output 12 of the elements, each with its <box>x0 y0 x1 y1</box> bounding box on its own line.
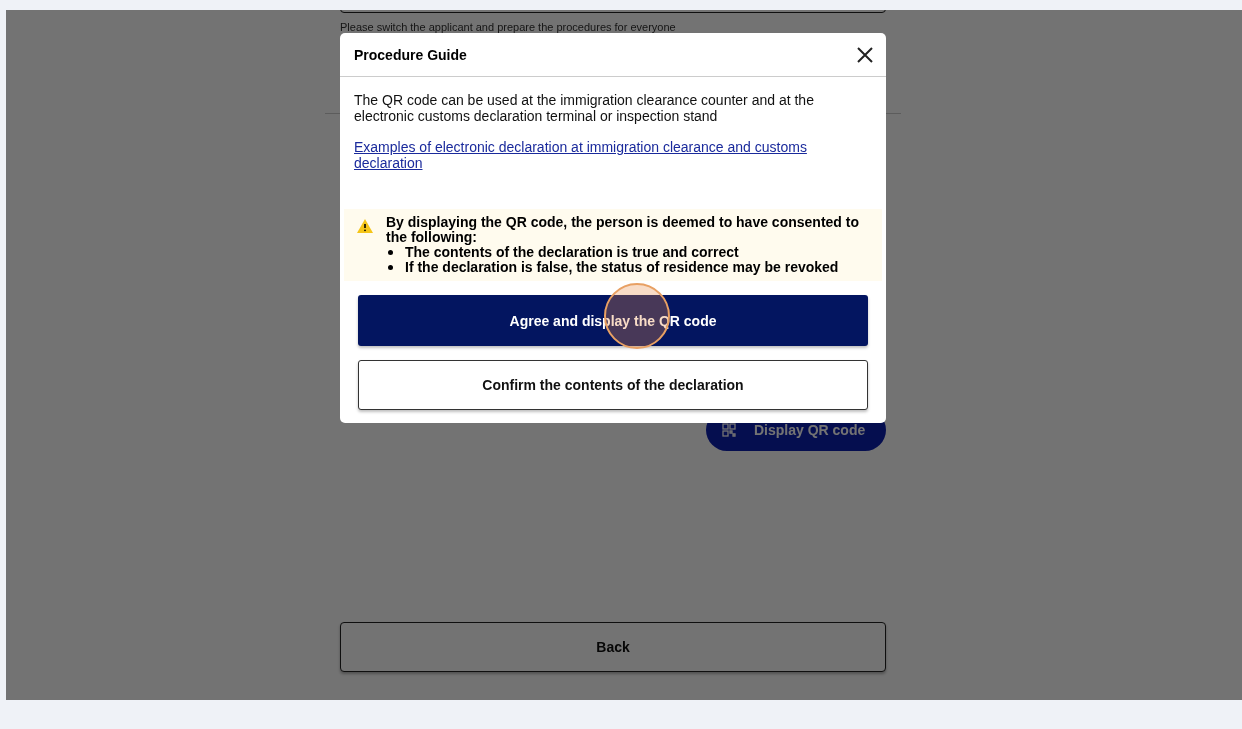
examples-link[interactable]: Examples of electronic declaration at immigration clearance and customs declaration <box>354 139 872 171</box>
hint-text: Please switch the applicant and prepare the procedures for everyone <box>340 21 677 33</box>
confirm-button[interactable]: Confirm the contents of the declaration <box>358 360 868 410</box>
dialog-title: Procedure Guide <box>354 46 467 63</box>
bullet-icon <box>388 250 393 255</box>
description-text: The QR code can be used at the immigration clearance counter and at the electronic customs declaration terminal or inspection stand <box>354 92 815 124</box>
warning-icon <box>356 218 374 234</box>
warning-item: The contents of the declaration is true and correct <box>405 245 739 260</box>
back-button[interactable]: Back <box>340 622 886 672</box>
bullet-icon <box>388 265 393 270</box>
warning-item: If the declaration is false, the status of residence may be revoked <box>405 260 839 275</box>
warning-text: By displaying the QR code, the person is deemed to have consented to the following: <box>386 215 860 245</box>
